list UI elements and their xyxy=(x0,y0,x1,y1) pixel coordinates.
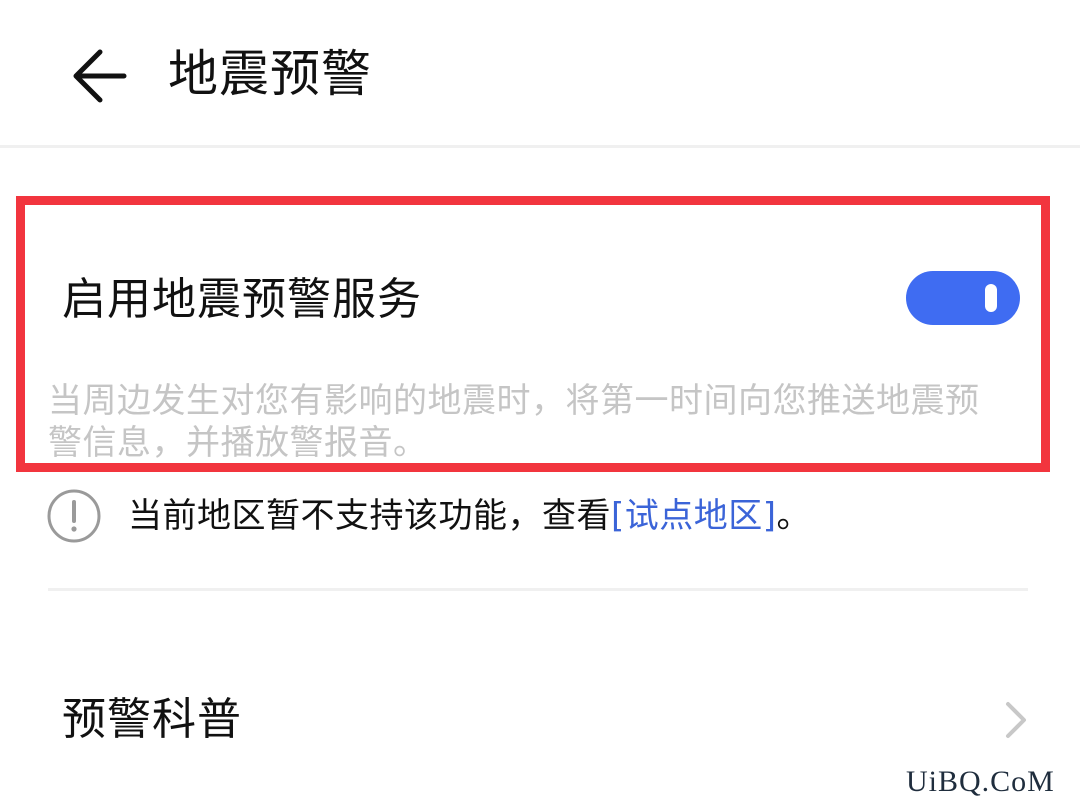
notice-text: 当前地区暂不支持该功能，查看[试点地区]。 xyxy=(128,492,811,540)
back-button[interactable] xyxy=(62,44,134,108)
watermark: UiBQ.CoM xyxy=(906,765,1055,798)
service-toggle-switch[interactable] xyxy=(906,271,1020,325)
pilot-region-link[interactable]: [试点地区] xyxy=(611,496,777,536)
page-title: 地震预警 xyxy=(168,45,372,103)
notice-text-before: 当前地区暂不支持该功能，查看 xyxy=(128,496,611,536)
arrow-left-icon xyxy=(73,49,127,103)
section-divider xyxy=(48,588,1028,591)
region-notice: 当前地区暂不支持该功能，查看[试点地区]。 xyxy=(46,488,811,544)
earthquake-warning-page: 地震预警 启用地震预警服务 当周边发生对您有影响的地震时，将第一时间向您推送地震… xyxy=(0,0,1080,808)
app-header: 地震预警 xyxy=(0,0,1080,148)
info-exclamation-icon xyxy=(47,489,101,543)
list-item-label: 预警科普 xyxy=(62,694,242,745)
chevron-right-icon xyxy=(1006,702,1026,738)
service-label: 启用地震预警服务 xyxy=(62,274,422,325)
notice-text-after: 。 xyxy=(776,496,812,536)
toggle-knob xyxy=(985,284,997,312)
service-description: 当周边发生对您有影响的地震时，将第一时间向您推送地震预警信息，并播放警报音。 xyxy=(48,381,980,463)
header-divider xyxy=(0,145,1080,148)
